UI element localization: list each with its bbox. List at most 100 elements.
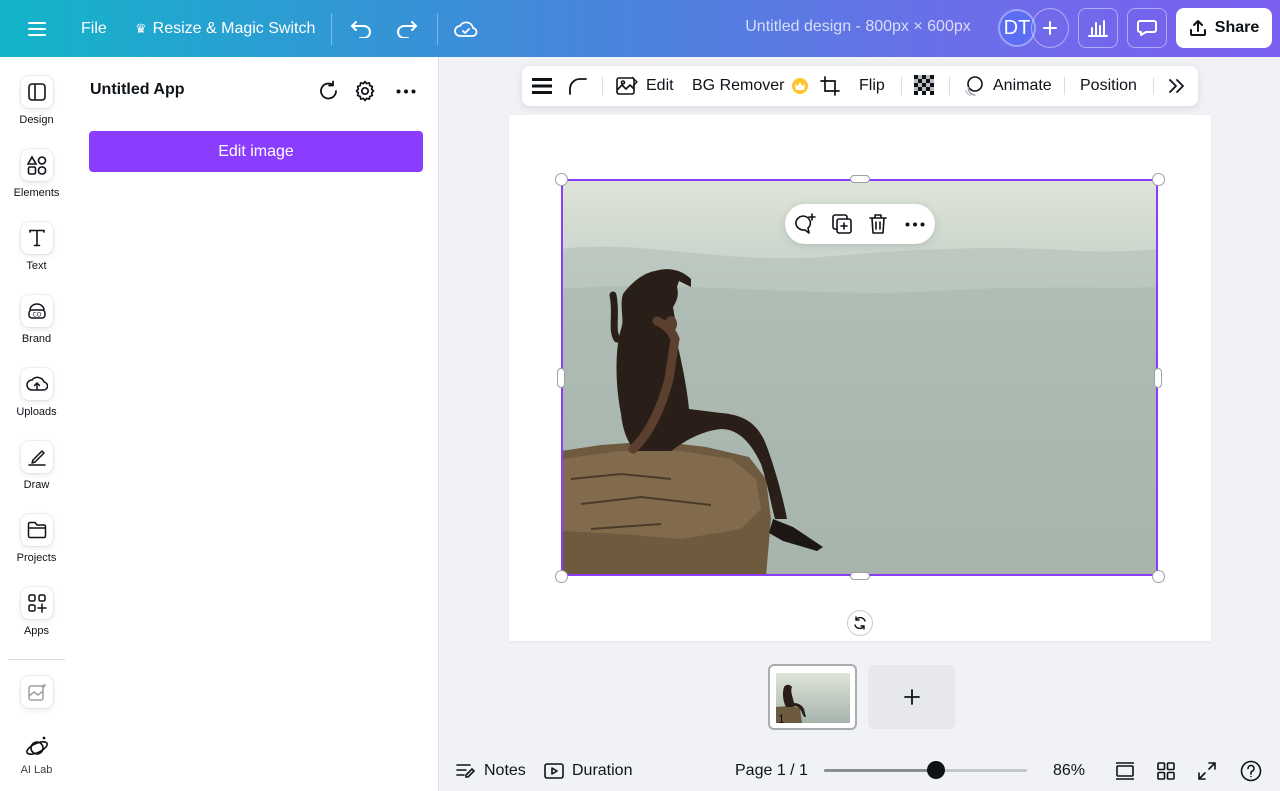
rotate-handle-icon[interactable] [847,610,873,636]
zoom-label: 86% [1053,762,1086,779]
cloud-saved-icon[interactable] [451,14,481,44]
brand-icon: CO [20,295,53,327]
zoom-slider-fill [824,769,936,772]
rail-label: Text [26,260,47,272]
bg-remover-button[interactable]: BG Remover [692,66,809,106]
comment-icon [1137,20,1157,36]
edit-label: Edit [646,77,674,94]
double-chevron-right-icon[interactable] [1168,66,1186,106]
help-icon[interactable] [1239,759,1263,783]
resize-label: Resize & Magic Switch [152,20,316,37]
rail-label: Elements [13,187,60,199]
rail-item-uploads[interactable]: Uploads [0,368,73,430]
rail-item-draw[interactable]: Draw [0,441,73,503]
undo-icon[interactable] [346,14,376,44]
share-label: Share [1214,19,1260,36]
page-indicator[interactable]: Page 1 / 1 [735,752,808,790]
resize-handle-top-right[interactable] [1152,173,1165,186]
zoom-slider-knob[interactable] [926,761,945,779]
rail-label: Design [19,114,54,126]
divider [1153,77,1154,95]
crop-icon[interactable] [820,66,840,106]
rail-item-apps[interactable]: Apps [0,587,73,649]
add-comment-icon[interactable] [793,212,817,236]
resize-handle-bottom-right[interactable] [1152,570,1165,583]
flip-button[interactable]: Flip [859,66,885,106]
bg-remover-label: BG Remover [692,77,785,94]
rail-label: AI Lab [20,764,53,776]
file-menu[interactable]: File [81,16,107,42]
divider [1064,77,1065,95]
resize-handle-top[interactable] [850,175,870,183]
rail-label: Apps [23,625,50,637]
edit-button[interactable]: Edit [616,66,674,106]
uploads-icon [20,368,53,400]
more-options-icon[interactable] [903,212,927,236]
page-indicator-label: Page 1 / 1 [735,762,808,779]
rail-item-magic-media[interactable] [0,676,73,738]
add-page-button[interactable] [868,665,955,729]
corner-rounding-icon[interactable] [568,66,588,106]
trash-icon[interactable] [866,212,890,236]
flip-label: Flip [859,77,885,94]
resize-handle-right[interactable] [1154,368,1162,388]
ai-lab-icon [21,733,53,761]
animate-icon [965,76,983,96]
zoom-slider[interactable] [824,769,1027,772]
plus-icon [903,689,920,705]
position-label: Position [1080,77,1137,94]
more-options-icon[interactable] [392,77,420,105]
zoom-level[interactable]: 86% [1053,752,1085,790]
page-thumbnail[interactable]: 1 [768,664,857,730]
page-number: 1 [778,712,785,726]
apps-icon [20,587,53,619]
grid-view-icon[interactable] [1154,759,1178,783]
rail-item-text[interactable]: Text [0,222,73,284]
play-box-icon [544,763,564,779]
divider [901,77,902,95]
refresh-icon[interactable] [315,77,343,105]
bottom-bar: Notes Duration Page 1 / 1 86% [440,752,1280,791]
draw-icon [20,441,53,473]
animate-label: Animate [993,77,1052,94]
crown-icon: ♛ [135,21,147,36]
comments-button[interactable] [1127,8,1167,48]
share-button[interactable]: Share [1176,8,1272,48]
duplicate-icon[interactable] [830,212,854,236]
design-title[interactable]: Untitled design - 800px × 600px [720,18,996,36]
resize-handle-top-left[interactable] [555,173,568,186]
redo-icon[interactable] [392,14,422,44]
rail-label: Uploads [16,406,57,418]
rail-item-elements[interactable]: Elements [0,149,73,211]
text-icon [20,222,53,254]
add-collaborator-button[interactable] [1031,8,1069,48]
position-button[interactable]: Position [1080,66,1137,106]
insights-button[interactable] [1078,8,1118,48]
edit-image-button[interactable]: Edit image [89,131,423,172]
side-panel: Untitled App Edit image [73,57,439,791]
divider [437,13,438,45]
divider [602,77,603,95]
design-icon [20,76,53,108]
resize-handle-left[interactable] [557,368,565,388]
rail-item-ai-lab[interactable]: AI Lab [0,733,73,791]
menu-icon[interactable] [24,16,50,42]
resize-handle-bottom-left[interactable] [555,570,568,583]
fullscreen-icon[interactable] [1195,759,1219,783]
animate-button[interactable]: Animate [963,66,1052,106]
edit-image-icon [616,76,638,95]
resize-handle-bottom[interactable] [850,572,870,580]
notes-button[interactable]: Notes [456,752,526,790]
transparency-icon[interactable] [914,66,936,106]
pages-view-icon[interactable] [1113,759,1137,783]
rail-item-design[interactable]: Design [0,76,73,138]
border-style-icon[interactable] [532,66,552,106]
bar-chart-icon [1088,20,1108,37]
context-toolbar: Edit BG Remover Flip Animate Position [522,66,1198,106]
rail-item-projects[interactable]: Projects [0,514,73,576]
resize-magic-switch-button[interactable]: ♛ Resize & Magic Switch [135,16,315,42]
duration-button[interactable]: Duration [544,752,632,790]
rail-item-brand[interactable]: CO Brand [0,295,73,357]
gear-icon[interactable] [351,77,379,105]
svg-text:CO: CO [32,312,41,319]
